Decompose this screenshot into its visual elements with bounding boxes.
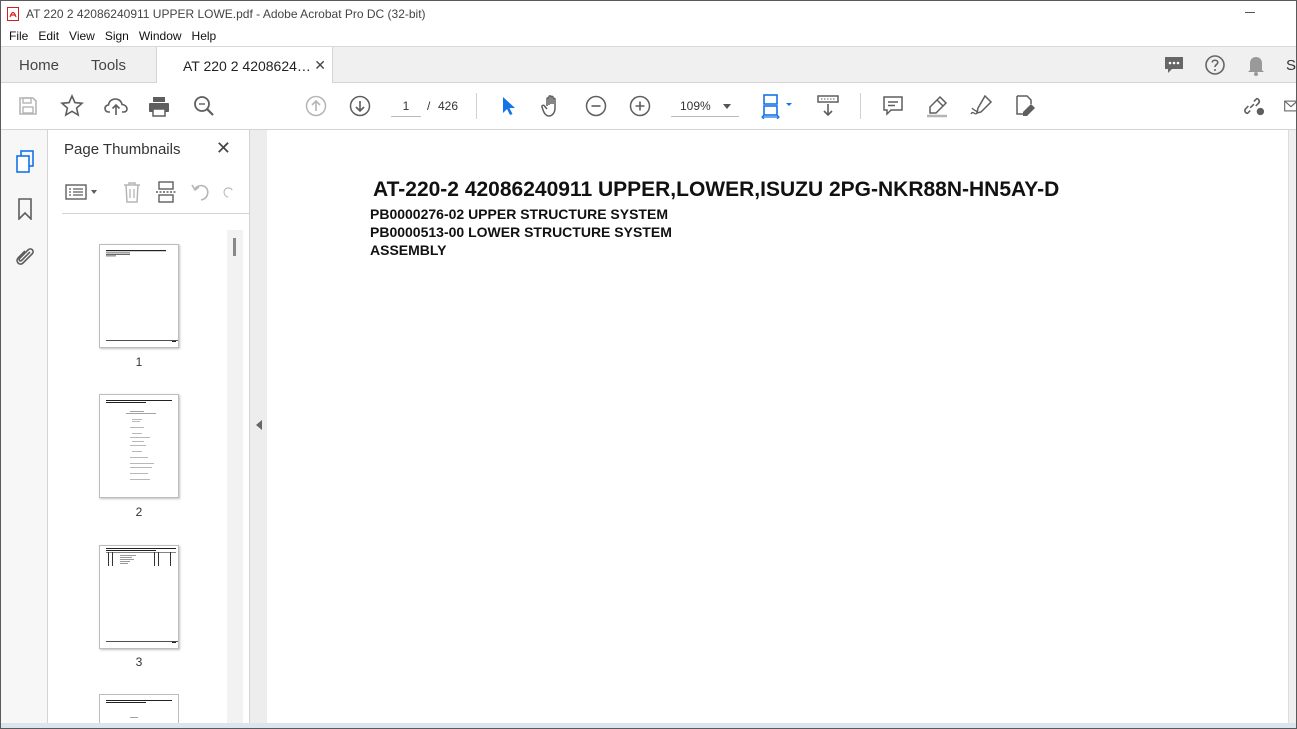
page-thumbnail[interactable]: [99, 545, 179, 649]
search-zoom-icon[interactable]: [192, 94, 216, 118]
document-page: AT-220-2 42086240911 UPPER,LOWER,ISUZU 2…: [267, 130, 1288, 725]
help-icon[interactable]: [1203, 53, 1227, 77]
scrollbar-thumb[interactable]: [233, 238, 236, 256]
previous-page-icon[interactable]: [304, 94, 328, 118]
thumbnail-page-number: 2: [135, 505, 143, 519]
page-number-input[interactable]: 1: [391, 95, 421, 117]
acrobat-window: AT 220 2 42086240911 UPPER LOWE.pdf - Ad…: [0, 0, 1297, 729]
thumbnail-page-number: 3: [135, 655, 143, 669]
notification-bell-icon[interactable]: [1244, 53, 1268, 77]
panel-title: Page Thumbnails: [64, 141, 181, 158]
thumbnail-options-icon[interactable]: [64, 180, 100, 204]
menu-bar: File Edit View Sign Window Help: [1, 26, 1296, 46]
document-line: ASSEMBLY: [370, 242, 447, 258]
bookmark-star-icon[interactable]: [60, 94, 84, 118]
extract-pages-icon[interactable]: [154, 180, 178, 204]
menu-window[interactable]: Window: [139, 29, 182, 43]
chevron-down-icon: [723, 104, 731, 109]
title-bar: AT 220 2 42086240911 UPPER LOWE.pdf - Ad…: [1, 1, 1296, 26]
document-line: PB0000513-00 LOWER STRUCTURE SYSTEM: [370, 224, 672, 240]
zoom-level-select[interactable]: 109%: [671, 95, 739, 117]
page-thumbnails-panel: Page Thumbnails ✕ 1 2 3: [48, 130, 250, 728]
document-scrollbar[interactable]: [1288, 130, 1296, 725]
close-icon[interactable]: ✕: [216, 138, 231, 159]
navigation-pane: [1, 130, 48, 728]
thumbnail-toolbar: [62, 174, 250, 214]
rotate-left-icon[interactable]: [188, 180, 212, 204]
thumbnail-preview-1: [106, 250, 178, 342]
share-link-icon[interactable]: [1241, 94, 1265, 118]
toolbar-divider: [476, 93, 477, 119]
tab-bar-right-icons: S: [1145, 47, 1296, 83]
scroll-mode-icon[interactable]: [816, 94, 840, 118]
page-thumbnail[interactable]: [99, 244, 179, 348]
taskbar-strip: [1, 723, 1296, 728]
email-icon[interactable]: [1284, 94, 1296, 118]
page-total: 426: [438, 99, 459, 113]
thumbnail-preview-2: [106, 400, 172, 480]
zoom-in-icon[interactable]: [628, 94, 652, 118]
select-cursor-icon[interactable]: [496, 94, 520, 118]
zoom-out-icon[interactable]: [584, 94, 608, 118]
panel-splitter[interactable]: [250, 130, 267, 725]
acrobat-logo-icon: [7, 6, 19, 21]
menu-help[interactable]: Help: [192, 29, 217, 43]
highlight-pen-icon[interactable]: [925, 94, 949, 118]
menu-view[interactable]: View: [69, 29, 95, 43]
thumbnail-preview-3: [106, 548, 178, 643]
print-icon[interactable]: [147, 94, 171, 118]
next-page-icon[interactable]: [348, 94, 372, 118]
main-toolbar: 1 / 426 109%: [1, 83, 1296, 130]
page-separator: /: [427, 99, 431, 113]
tab-document[interactable]: AT 220 2 4208624… ✕: [156, 47, 333, 84]
tab-bar: Home Tools AT 220 2 4208624… ✕ S: [1, 46, 1296, 84]
sign-in-label[interactable]: S: [1286, 57, 1296, 74]
rotate-right-icon[interactable]: [222, 180, 236, 204]
minimize-button[interactable]: [1244, 4, 1258, 18]
menu-file[interactable]: File: [9, 29, 28, 43]
tab-document-label: AT 220 2 4208624…: [183, 57, 311, 74]
document-line: PB0000276-02 UPPER STRUCTURE SYSTEM: [370, 206, 668, 222]
bookmarks-icon[interactable]: [14, 197, 36, 221]
menu-edit[interactable]: Edit: [38, 29, 59, 43]
window-title: AT 220 2 42086240911 UPPER LOWE.pdf - Ad…: [26, 6, 426, 21]
upload-cloud-icon[interactable]: [104, 94, 128, 118]
draw-freeform-icon[interactable]: [969, 94, 993, 118]
zoom-level-value: 109%: [680, 99, 711, 113]
add-comment-icon[interactable]: [881, 94, 905, 118]
thumbnail-scrollbar[interactable]: [227, 230, 243, 725]
save-icon[interactable]: [16, 94, 40, 118]
page-thumbnails-icon[interactable]: [14, 150, 36, 174]
attachments-paperclip-icon[interactable]: [14, 244, 36, 268]
comment-bubble-icon[interactable]: [1162, 53, 1186, 77]
menu-sign[interactable]: Sign: [105, 29, 129, 43]
thumbnail-preview-4: [106, 700, 172, 718]
document-heading: AT-220-2 42086240911 UPPER,LOWER,ISUZU 2…: [373, 178, 1060, 201]
tab-tools[interactable]: Tools: [91, 47, 126, 83]
collapse-panel-arrow-icon[interactable]: [256, 420, 262, 430]
toolbar-divider: [860, 93, 861, 119]
tab-close-icon[interactable]: ✕: [314, 57, 326, 74]
thumbnail-page-number: 1: [135, 355, 143, 369]
tab-home[interactable]: Home: [19, 47, 59, 83]
delete-trash-icon[interactable]: [120, 180, 144, 204]
page-fit-icon[interactable]: [760, 94, 794, 119]
page-thumbnail[interactable]: [99, 394, 179, 498]
fill-sign-icon[interactable]: [1013, 94, 1037, 118]
hand-tool-icon[interactable]: [540, 94, 564, 118]
